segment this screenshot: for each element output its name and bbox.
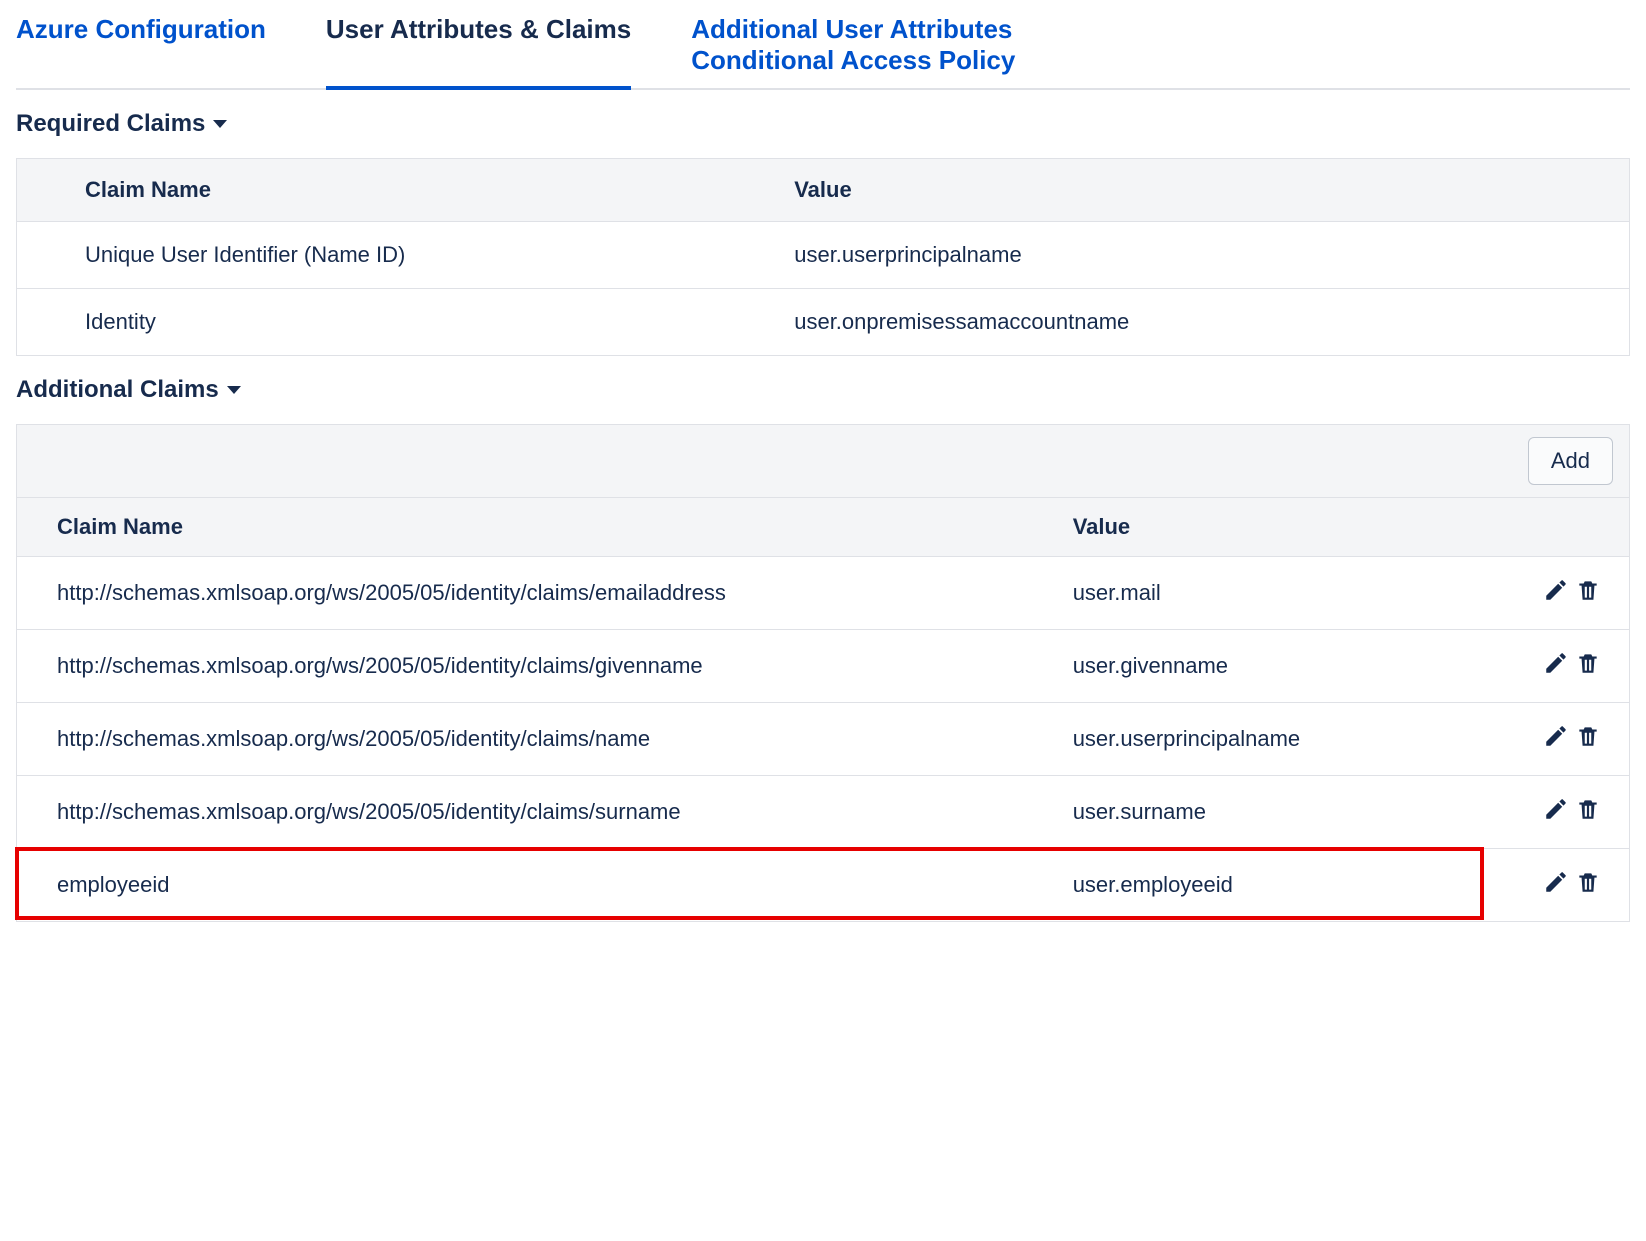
delete-icon[interactable]	[1575, 723, 1601, 749]
caret-down-icon	[213, 120, 227, 128]
claim-value-cell: user.userprincipalname	[1033, 703, 1490, 776]
table-row: http://schemas.xmlsoap.org/ws/2005/05/id…	[17, 776, 1630, 849]
table-row: http://schemas.xmlsoap.org/ws/2005/05/id…	[17, 703, 1630, 776]
required-col-claim-name: Claim Name	[17, 159, 727, 222]
edit-icon[interactable]	[1543, 723, 1569, 749]
additional-claims-addbar: Add	[16, 424, 1630, 497]
table-row: Identityuser.onpremisessamaccountname	[17, 289, 1630, 356]
claim-value-cell: user.userprincipalname	[726, 222, 1629, 289]
claim-name-cell: http://schemas.xmlsoap.org/ws/2005/05/id…	[17, 630, 1033, 703]
delete-icon[interactable]	[1575, 869, 1601, 895]
required-claims-label: Required Claims	[16, 110, 205, 138]
delete-icon[interactable]	[1575, 577, 1601, 603]
claim-name-cell: http://schemas.xmlsoap.org/ws/2005/05/id…	[17, 776, 1033, 849]
additional-claims-toggle[interactable]: Additional Claims	[16, 376, 1630, 404]
required-claims-toggle[interactable]: Required Claims	[16, 110, 1630, 138]
claim-value-cell: user.mail	[1033, 557, 1490, 630]
required-claims-table: Claim Name Value Unique User Identifier …	[16, 158, 1630, 356]
claim-name-cell: http://schemas.xmlsoap.org/ws/2005/05/id…	[17, 703, 1033, 776]
additional-claims-table: Claim Name Value http://schemas.xmlsoap.…	[16, 497, 1630, 922]
delete-icon[interactable]	[1575, 796, 1601, 822]
add-button[interactable]: Add	[1528, 437, 1613, 485]
required-col-value: Value	[726, 159, 1629, 222]
claim-value-cell: user.surname	[1033, 776, 1490, 849]
table-row: http://schemas.xmlsoap.org/ws/2005/05/id…	[17, 630, 1630, 703]
tab-user-attributes-claims[interactable]: User Attributes & Claims	[326, 10, 631, 90]
claim-name-cell: http://schemas.xmlsoap.org/ws/2005/05/id…	[17, 557, 1033, 630]
claim-name-cell: employeeid	[17, 849, 1033, 922]
table-row: Unique User Identifier (Name ID)user.use…	[17, 222, 1630, 289]
caret-down-icon	[227, 386, 241, 394]
claim-name-cell: Unique User Identifier (Name ID)	[17, 222, 727, 289]
tab-conditional-access-policy[interactable]: Conditional Access Policy	[691, 45, 1015, 86]
tab-additional-user-attributes[interactable]: Additional User Attributes	[691, 10, 1015, 45]
edit-icon[interactable]	[1543, 869, 1569, 895]
claim-name-cell: Identity	[17, 289, 727, 356]
tab-bar: Azure Configuration User Attributes & Cl…	[16, 10, 1630, 90]
additional-col-claim-name: Claim Name	[17, 498, 1033, 557]
tab-azure-configuration[interactable]: Azure Configuration	[16, 10, 266, 86]
table-row: employeeiduser.employeeid	[17, 849, 1630, 922]
edit-icon[interactable]	[1543, 650, 1569, 676]
edit-icon[interactable]	[1543, 577, 1569, 603]
claim-value-cell: user.onpremisessamaccountname	[726, 289, 1629, 356]
edit-icon[interactable]	[1543, 796, 1569, 822]
additional-col-value: Value	[1033, 498, 1490, 557]
claim-value-cell: user.givenname	[1033, 630, 1490, 703]
table-row: http://schemas.xmlsoap.org/ws/2005/05/id…	[17, 557, 1630, 630]
delete-icon[interactable]	[1575, 650, 1601, 676]
claim-value-cell: user.employeeid	[1033, 849, 1490, 922]
additional-claims-label: Additional Claims	[16, 376, 219, 404]
